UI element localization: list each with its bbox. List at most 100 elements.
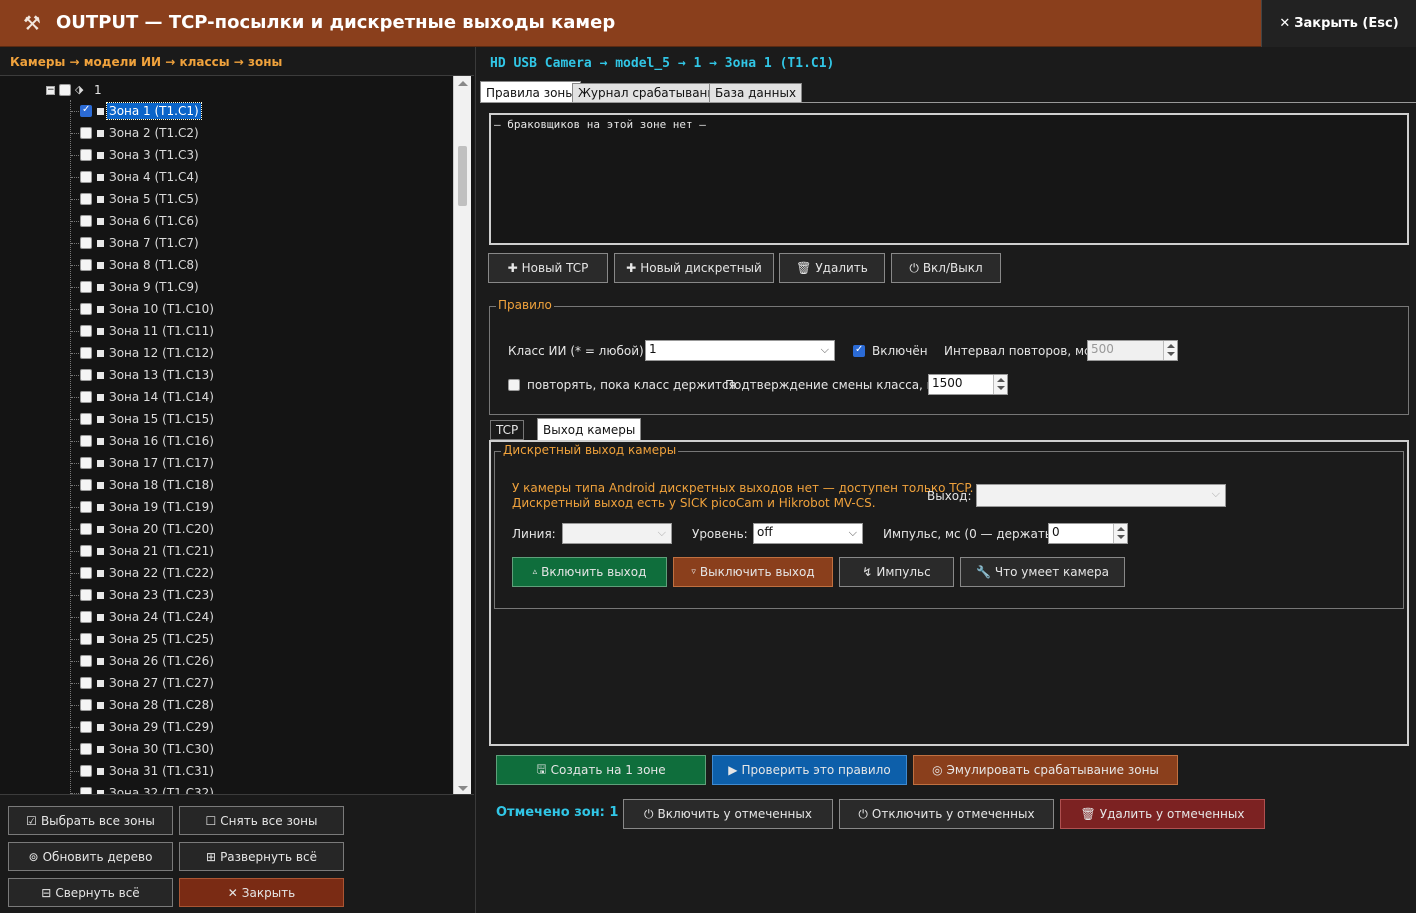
zone-tree-item[interactable]: Зона 26 (T1.C26) (80, 651, 216, 671)
zone-checkbox[interactable] (80, 413, 92, 425)
scroll-thumb[interactable] (458, 146, 467, 206)
zone-tree-item[interactable]: Зона 16 (T1.C16) (80, 431, 216, 451)
zone-checkbox[interactable] (80, 699, 92, 711)
zone-tree-item[interactable]: Зона 12 (T1.C12) (80, 343, 216, 363)
disable-marked-button[interactable]: ⏻ Отключить у отмеченных (839, 799, 1054, 829)
zone-checkbox[interactable] (80, 677, 92, 689)
zone-tree-item[interactable]: Зона 28 (T1.C28) (80, 695, 216, 715)
close-window-button[interactable]: ✕ Закрыть (Esc) (1261, 0, 1416, 47)
enable-marked-button[interactable]: ⏻ Включить у отмеченных (623, 799, 833, 829)
zone-tree-item[interactable]: Зона 9 (T1.C9) (80, 277, 201, 297)
zone-checkbox[interactable] (80, 435, 92, 447)
new-tcp-button[interactable]: ✚ Новый TCP (488, 253, 608, 283)
zone-checkbox[interactable] (80, 479, 92, 491)
zone-checkbox[interactable] (80, 765, 92, 777)
zone-checkbox[interactable] (80, 633, 92, 645)
confirm-spinbox[interactable]: 1500 (928, 374, 1008, 395)
root-checkbox[interactable] (59, 84, 71, 96)
pulse-spinbox[interactable]: 0 (1048, 523, 1128, 544)
output-select[interactable]: ⌵ (976, 484, 1226, 507)
line-select[interactable]: ⌵ (562, 523, 672, 544)
zone-tree-item[interactable]: Зона 14 (T1.C14) (80, 387, 216, 407)
zone-tree-item[interactable]: Зона 32 (T1.C32) (80, 783, 216, 794)
tab-tcp[interactable]: TCP (490, 420, 525, 440)
tree-scrollbar[interactable] (453, 76, 471, 794)
zone-tree-item[interactable]: Зона 19 (T1.C19) (80, 497, 216, 517)
zone-checkbox[interactable] (80, 391, 92, 403)
output-on-button[interactable]: ▵ Включить выход (512, 557, 667, 587)
zone-tree-item[interactable]: Зона 24 (T1.C24) (80, 607, 216, 627)
delete-rule-button[interactable]: 🗑 Удалить (779, 253, 885, 283)
zone-tree-item[interactable]: Зона 11 (T1.C11) (80, 321, 216, 341)
zone-checkbox[interactable] (80, 104, 92, 117)
check-rule-button[interactable]: ▶ Проверить это правило (712, 755, 907, 785)
zone-checkbox[interactable] (80, 149, 92, 161)
zone-tree-item[interactable]: Зона 21 (T1.C21) (80, 541, 216, 561)
new-discrete-button[interactable]: ✚ Новый дискретный (614, 253, 774, 283)
expand-all-button[interactable]: ⊞ Развернуть всё (179, 842, 344, 871)
rules-list[interactable]: — браковщиков на этой зоне нет — (489, 113, 1409, 245)
zone-checkbox[interactable] (80, 655, 92, 667)
zone-checkbox[interactable] (80, 281, 92, 293)
zone-checkbox[interactable] (80, 567, 92, 579)
pulse-button[interactable]: ↯ Импульс (839, 557, 954, 587)
scroll-up-icon[interactable] (458, 81, 468, 86)
zone-checkbox[interactable] (80, 325, 92, 337)
zone-tree-item[interactable]: Зона 10 (T1.C10) (80, 299, 216, 319)
zone-checkbox[interactable] (80, 347, 92, 359)
tab-camera-output[interactable]: Выход камеры (537, 418, 642, 440)
zone-checkbox[interactable] (80, 721, 92, 733)
zone-tree-item[interactable]: Зона 2 (T1.C2) (80, 123, 201, 143)
tab-zone-rules[interactable]: Правила зоны (480, 81, 581, 103)
zone-checkbox[interactable] (80, 457, 92, 469)
tab-trigger-log[interactable]: Журнал срабатываний (572, 83, 729, 103)
output-off-button[interactable]: ▿ Выключить выход (673, 557, 833, 587)
zone-checkbox[interactable] (80, 589, 92, 601)
zone-checkbox[interactable] (80, 193, 92, 205)
zone-tree-item[interactable]: Зона 18 (T1.C18) (80, 475, 216, 495)
zone-checkbox[interactable] (80, 237, 92, 249)
zone-tree-item[interactable]: Зона 17 (T1.C17) (80, 453, 216, 473)
zone-checkbox[interactable] (80, 171, 92, 183)
zone-checkbox[interactable] (80, 259, 92, 271)
zone-checkbox[interactable] (80, 523, 92, 535)
zone-tree-item[interactable]: Зона 27 (T1.C27) (80, 673, 216, 693)
deselect-all-button[interactable]: ☐ Снять все зоны (179, 806, 344, 835)
close-button[interactable]: ✕ Закрыть (179, 878, 344, 907)
zone-tree-item[interactable]: Зона 29 (T1.C29) (80, 717, 216, 737)
spin-arrows-icon[interactable] (1113, 524, 1127, 543)
zone-checkbox[interactable] (80, 743, 92, 755)
zone-tree-item[interactable]: Зона 20 (T1.C20) (80, 519, 216, 539)
zone-checkbox[interactable] (80, 215, 92, 227)
zone-tree-item[interactable]: Зона 30 (T1.C30) (80, 739, 216, 759)
zone-checkbox[interactable] (80, 127, 92, 139)
zone-tree-item[interactable]: Зона 8 (T1.C8) (80, 255, 201, 275)
level-select[interactable]: off ⌵ (753, 523, 863, 544)
zone-tree-item[interactable]: Зона 3 (T1.C3) (80, 145, 201, 165)
zone-tree-item[interactable]: Зона 7 (T1.C7) (80, 233, 201, 253)
zone-tree-item[interactable]: Зона 4 (T1.C4) (80, 167, 201, 187)
zone-tree-item[interactable]: Зона 6 (T1.C6) (80, 211, 201, 231)
collapse-all-button[interactable]: ⊟ Свернуть всё (8, 878, 173, 907)
zone-tree-item[interactable]: Зона 25 (T1.C25) (80, 629, 216, 649)
delete-marked-button[interactable]: 🗑 Удалить у отмеченных (1060, 799, 1265, 829)
zone-tree-item[interactable]: Зона 15 (T1.C15) (80, 409, 216, 429)
enabled-checkbox[interactable] (853, 344, 865, 357)
zone-checkbox[interactable] (80, 545, 92, 557)
zone-checkbox[interactable] (80, 501, 92, 513)
tree-root-node[interactable]: − ⬗ 1 (46, 81, 102, 99)
repeat-checkbox[interactable] (508, 379, 520, 391)
toggle-rule-button[interactable]: ⏻ Вкл/Выкл (891, 253, 1001, 283)
spin-arrows-icon[interactable] (993, 375, 1007, 394)
zone-checkbox[interactable] (80, 787, 92, 794)
collapse-icon[interactable]: − (46, 85, 55, 95)
zone-tree[interactable]: − ⬗ 1 Зона 1 (T1.C1) Зона 2 (T1.C2) Зона 3… (0, 75, 474, 795)
zone-tree-item[interactable]: Зона 1 (T1.C1) (80, 101, 202, 121)
zone-checkbox[interactable] (80, 303, 92, 315)
tab-database[interactable]: База данных (709, 83, 803, 103)
zone-tree-item[interactable]: Зона 23 (T1.C23) (80, 585, 216, 605)
zone-checkbox[interactable] (80, 611, 92, 623)
zone-tree-item[interactable]: Зона 5 (T1.C5) (80, 189, 201, 209)
emulate-button[interactable]: ◎ Эмулировать срабатывание зоны (913, 755, 1178, 785)
zone-tree-item[interactable]: Зона 22 (T1.C22) (80, 563, 216, 583)
